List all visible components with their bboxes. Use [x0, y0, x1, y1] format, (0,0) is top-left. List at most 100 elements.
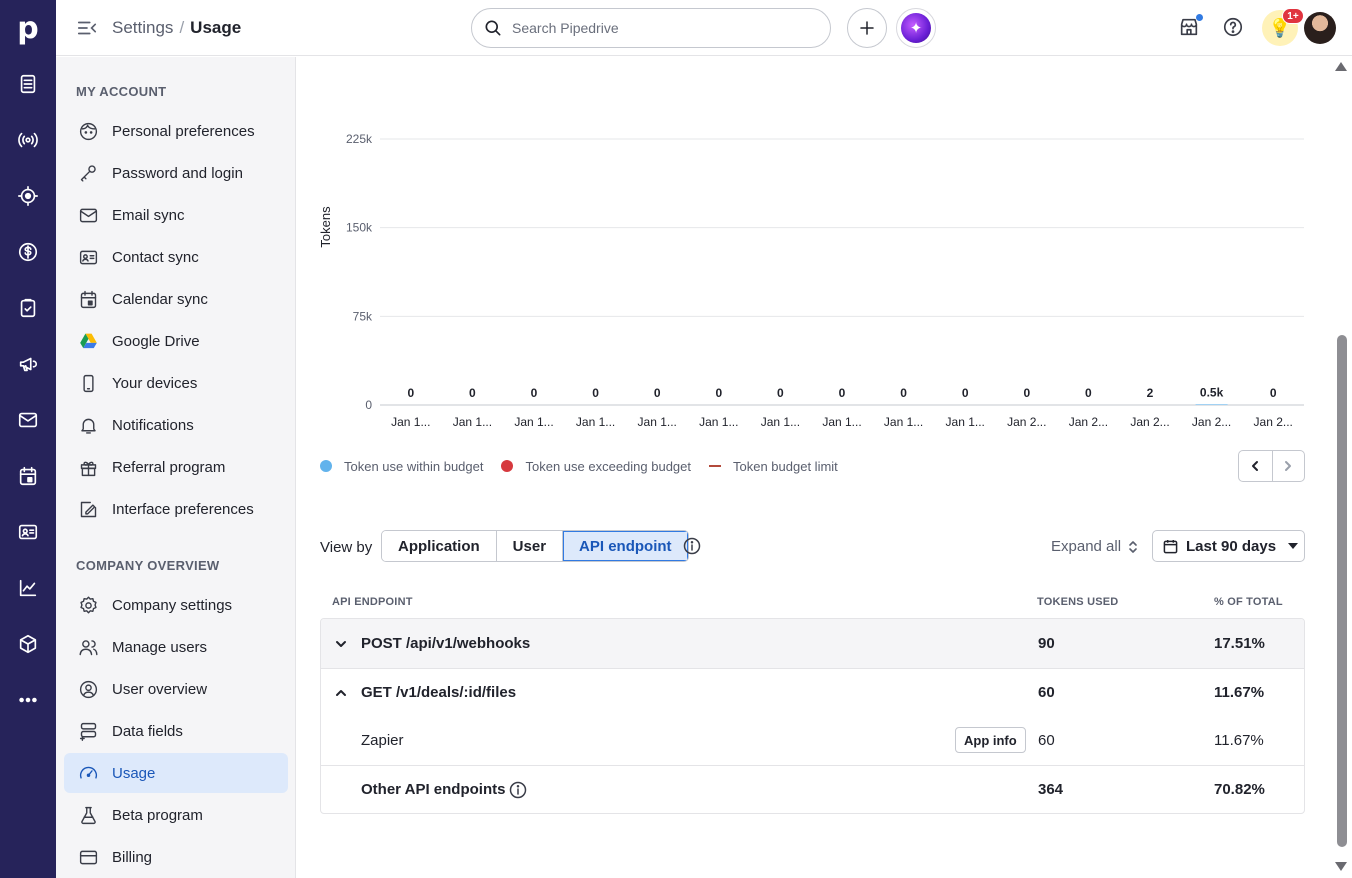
sidebar-item-manage-users[interactable]: Manage users [64, 627, 288, 667]
other-endpoints: Other API endpoints [361, 766, 527, 813]
breadcrumb-separator: / [179, 18, 185, 37]
tasks-icon[interactable] [14, 294, 42, 322]
contact-card-icon[interactable] [14, 518, 42, 546]
collapse-row-button[interactable] [335, 669, 349, 716]
broadcast-icon[interactable] [14, 126, 42, 154]
x-tick-label: Jan 1... [576, 415, 615, 429]
chart-next-button[interactable] [1271, 451, 1305, 481]
y-tick-label: 75k [353, 309, 373, 323]
phone-icon [76, 371, 100, 395]
legend-dot-exceeding [501, 460, 514, 472]
envelope-icon [76, 203, 100, 227]
tab-application[interactable]: Application [382, 531, 496, 561]
sidebar-item-password-login[interactable]: Password and login [64, 153, 288, 193]
sidebar-item-label: Personal preferences [112, 122, 255, 140]
expand-all-button[interactable]: Expand all [1051, 538, 1140, 555]
pipedrive-logo[interactable]: p [0, 0, 56, 56]
scrollbar[interactable] [1335, 57, 1352, 878]
chevron-left-icon [1252, 461, 1259, 471]
sidebar-item-calendar-sync[interactable]: Calendar sync [64, 279, 288, 319]
info-icon[interactable] [683, 537, 701, 555]
sidebar-item-data-fields[interactable]: Data fields [64, 711, 288, 751]
sidebar-item-personal-preferences[interactable]: Personal preferences [64, 111, 288, 151]
sidebar-item-your-devices[interactable]: Your devices [64, 363, 288, 403]
scroll-up-arrow[interactable] [1335, 62, 1347, 71]
expand-all-label: Expand all [1051, 538, 1122, 555]
pct-total: 11.67% [1214, 684, 1265, 701]
x-tick-label: Jan 2... [1192, 415, 1231, 429]
more-icon[interactable] [14, 686, 42, 714]
legend-within-budget: Token use within budget [320, 459, 483, 474]
sidebar-item-label: Contact sync [112, 248, 199, 266]
x-tick-label: Jan 2... [1007, 415, 1046, 429]
breadcrumb-settings[interactable]: Settings [112, 18, 173, 37]
face-icon [76, 119, 100, 143]
megaphone-icon[interactable] [14, 350, 42, 378]
usage-table: POST /api/v1/webhooks 90 17.51% GET /v1/… [320, 618, 1305, 814]
leads-icon[interactable] [14, 70, 42, 98]
main-content: Tokens 0 75k 150k 225k 0 0 0 0 0 0 0 0 0 0 0 0 2 0.5k 0 J… [296, 57, 1336, 878]
mail-icon[interactable] [14, 406, 42, 434]
help-icon[interactable] [1222, 16, 1246, 40]
tab-user[interactable]: User [495, 531, 563, 561]
sidebar-item-interface-preferences[interactable]: Interface preferences [64, 489, 288, 529]
chevron-down-icon [335, 637, 349, 651]
sidebar-item-billing[interactable]: Billing [64, 837, 288, 877]
insights-icon[interactable] [14, 574, 42, 602]
x-tick-label: Jan 1... [699, 415, 738, 429]
users-icon [76, 635, 100, 659]
chart-prev-button[interactable] [1239, 451, 1272, 481]
sidebar-item-usage[interactable]: Usage [64, 753, 288, 793]
ai-assistant-button[interactable]: ✦ [896, 8, 936, 48]
marketplace-icon[interactable] [1178, 14, 1203, 40]
dollar-icon[interactable] [14, 238, 42, 266]
calendar-icon[interactable] [14, 462, 42, 490]
collapse-menu-icon[interactable] [76, 17, 100, 39]
sidebar-item-beta-program[interactable]: Beta program [64, 795, 288, 835]
tokens-used: 364 [1038, 781, 1064, 798]
sparkle-icon: ✦ [901, 13, 931, 43]
search-input[interactable]: Search Pipedrive [471, 8, 831, 48]
app-info-button[interactable]: App info [955, 727, 1026, 753]
info-icon[interactable] [509, 781, 527, 799]
sidebar-item-company-settings[interactable]: Company settings [64, 585, 288, 625]
sidebar-item-contact-sync[interactable]: Contact sync [64, 237, 288, 277]
scroll-down-arrow[interactable] [1335, 862, 1347, 871]
value-label: 0 [469, 386, 476, 400]
quick-add-button[interactable] [847, 8, 887, 48]
sidebar-item-email-sync[interactable]: Email sync [64, 195, 288, 235]
view-by-label: View by [320, 539, 373, 556]
avatar[interactable] [1304, 12, 1336, 44]
pct-total: 17.51% [1214, 635, 1265, 652]
flask-icon [76, 803, 100, 827]
sidebar-item-label: Referral program [112, 458, 226, 476]
sidebar-item-label: Email sync [112, 206, 185, 224]
sidebar-item-google-drive[interactable]: Google Drive [64, 321, 288, 361]
endpoint-name: GET /v1/deals/:id/files [361, 684, 517, 701]
usage-chart-svg: Tokens 0 75k 150k 225k 0 0 0 0 0 0 0 0 0 0 0 0 2 0.5k 0 J… [318, 132, 1304, 429]
expand-row-button[interactable] [335, 619, 349, 668]
sidebar-item-label: Company settings [112, 596, 233, 614]
legend-exceeding-budget: Token use exceeding budget [501, 459, 691, 474]
sidebar-item-label: User overview [112, 680, 208, 698]
tokens-used: 90 [1038, 635, 1055, 652]
x-tick-label: Jan 1... [946, 415, 985, 429]
sidebar-item-user-overview[interactable]: User overview [64, 669, 288, 709]
table-row[interactable]: GET /v1/deals/:id/files 60 11.67% [321, 668, 1304, 716]
sidebar-item-notifications[interactable]: Notifications [64, 405, 288, 445]
value-label: 0 [1085, 386, 1092, 400]
contact-card-icon [76, 245, 100, 269]
sidebar-item-referral-program[interactable]: Referral program [64, 447, 288, 487]
gear-icon [76, 593, 100, 617]
tips-bulb-button[interactable]: 💡 1+ [1262, 8, 1304, 46]
legend-line-limit [709, 465, 721, 467]
tab-api-endpoint[interactable]: API endpoint [562, 531, 688, 561]
target-icon[interactable] [14, 182, 42, 210]
value-label: 0 [777, 386, 784, 400]
table-row[interactable]: POST /api/v1/webhooks 90 17.51% [321, 619, 1304, 668]
scrollbar-thumb[interactable] [1337, 335, 1347, 847]
products-icon[interactable] [14, 630, 42, 658]
sidebar-item-label: Manage users [112, 638, 208, 656]
value-label: 0 [407, 386, 414, 400]
date-range-dropdown[interactable]: Last 90 days [1152, 530, 1305, 562]
